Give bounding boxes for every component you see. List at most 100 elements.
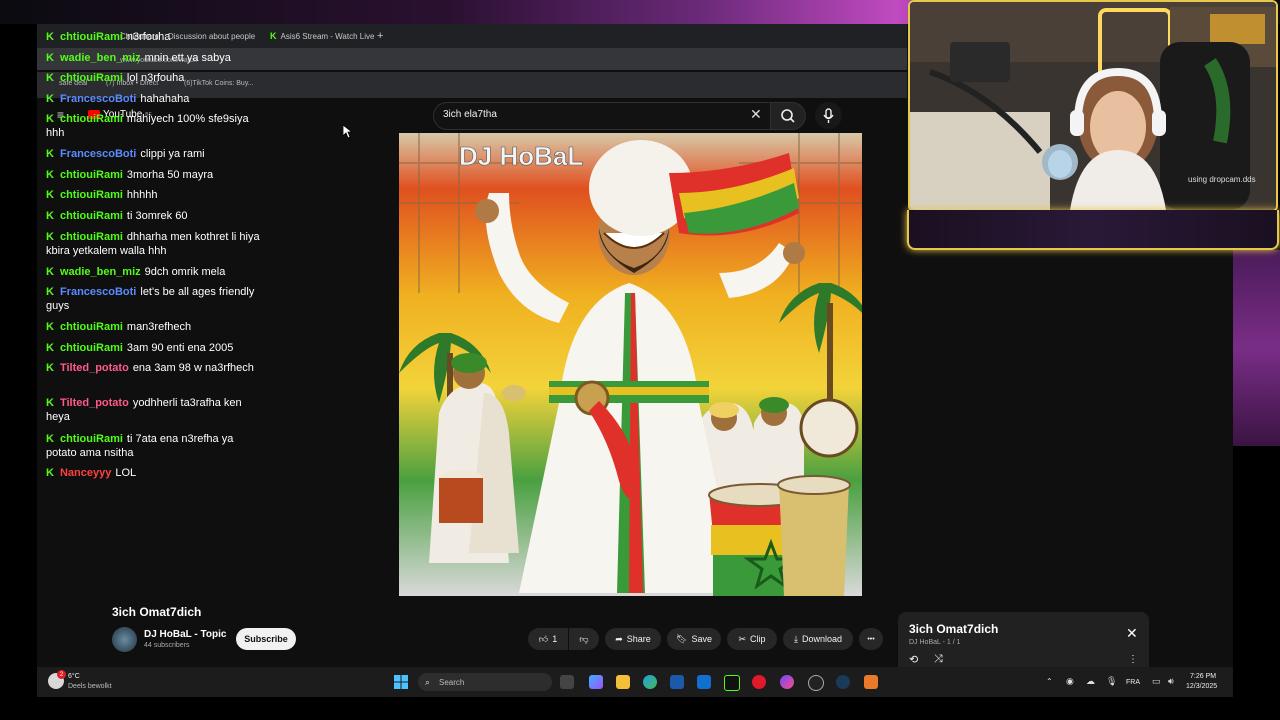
clock-date[interactable]: 12/3/2025: [1186, 683, 1217, 690]
clear-search-icon[interactable]: ✕: [750, 106, 762, 123]
loop-icon[interactable]: ⟲: [909, 653, 918, 666]
browser-tab-3[interactable]: K Asis6 Stream - Watch Live: [270, 28, 374, 44]
kick-badge-icon: K: [46, 362, 54, 374]
webcam-scene: using dropcam.dds: [910, 2, 1276, 210]
chat-message-text: hahahaha: [140, 93, 190, 105]
chat-username[interactable]: chtiouiRami: [60, 189, 123, 201]
weather-temperature: 6°C: [68, 673, 80, 680]
chat-username[interactable]: wadie_ben_miz: [60, 266, 141, 278]
chat-username[interactable]: FrancescoBoti: [60, 286, 136, 298]
obs-icon[interactable]: [808, 675, 824, 691]
dislike-button[interactable]: 👎︎: [569, 628, 599, 650]
search-value: 3ich ela7tha: [443, 109, 497, 120]
share-button[interactable]: ➦ Share: [605, 628, 661, 650]
tray-app-icon[interactable]: ◉: [1066, 676, 1074, 687]
outlook-icon[interactable]: [697, 675, 711, 689]
clock-time[interactable]: 7:26 PM: [1190, 673, 1216, 680]
network-icon[interactable]: ▭: [1152, 676, 1161, 687]
kick-badge-icon: K: [46, 113, 54, 125]
store-icon[interactable]: [670, 675, 684, 689]
chat-message-text: 3morha 50 mayra: [126, 169, 214, 181]
clip-label: Clip: [750, 634, 766, 644]
video-artwork[interactable]: DJ HoBaL: [399, 133, 862, 596]
kick-badge-icon: K: [46, 286, 54, 298]
subscriber-count: 44 subscribers: [144, 642, 190, 649]
playlist-close-icon[interactable]: ✕: [1126, 625, 1138, 642]
shuffle-icon[interactable]: ⤨: [934, 653, 943, 666]
chat-username[interactable]: chtiouiRami: [60, 342, 123, 354]
kick-badge-icon: K: [46, 72, 54, 84]
tray-chevron-icon[interactable]: ⌃: [1046, 677, 1053, 686]
chat-message-text: hhhhh: [126, 189, 158, 201]
kick-badge-icon: K: [46, 93, 54, 105]
clip-button[interactable]: ✂ Clip: [727, 628, 777, 650]
chat-username[interactable]: FrancescoBoti: [60, 148, 136, 160]
channel-name[interactable]: DJ HoBaL - Topic: [144, 629, 226, 640]
chat-message: KchtiouiRami n3rfouha: [46, 30, 261, 44]
app-icon[interactable]: [864, 675, 878, 689]
chat-message-text: clippi ya rami: [140, 148, 205, 160]
playlist-more-icon[interactable]: ⋮: [1128, 654, 1138, 665]
microphone-icon: [823, 108, 834, 123]
chat-message: KchtiouiRami ti 7ata ena n3refha ya potat…: [46, 432, 261, 460]
kick-badge-icon: K: [46, 52, 54, 64]
voice-search-button[interactable]: [815, 102, 842, 129]
like-button[interactable]: 👍︎ 1: [528, 628, 568, 650]
video-title: 3ich Omat7dich: [112, 605, 202, 619]
chat-username[interactable]: FrancescoBoti: [60, 93, 136, 105]
opera-icon[interactable]: [752, 675, 766, 689]
tray-cloud-icon[interactable]: ☁: [1086, 676, 1095, 687]
kick-app-icon[interactable]: [724, 675, 740, 691]
chat-message-text: ena 3am 98 w na3rfhech: [132, 362, 254, 374]
download-label: Download: [801, 634, 842, 644]
chat-username[interactable]: Tilted_potato: [60, 397, 129, 409]
chat-username[interactable]: chtiouiRami: [60, 72, 123, 84]
share-label: Share: [626, 634, 651, 644]
input-language[interactable]: FRA: [1126, 679, 1140, 686]
kick-badge-icon: K: [46, 210, 54, 222]
chat-username[interactable]: chtiouiRami: [60, 210, 123, 222]
share-icon: ➦: [615, 633, 623, 644]
file-explorer-icon[interactable]: [616, 675, 630, 689]
windows-start-icon[interactable]: [394, 675, 408, 689]
chat-message-text: mnin ett ya sabya: [144, 52, 231, 64]
download-button[interactable]: ⤓ Download: [783, 628, 853, 650]
chat-message-text: 3am 90 enti ena 2005: [126, 342, 234, 354]
copilot-icon[interactable]: [589, 675, 603, 689]
chat-username[interactable]: chtiouiRami: [60, 169, 123, 181]
chat-username[interactable]: chtiouiRami: [60, 231, 123, 243]
more-actions-button[interactable]: •••: [859, 628, 883, 650]
chat-username[interactable]: chtiouiRami: [60, 433, 123, 445]
playlist-title[interactable]: 3ich Omat7dich: [909, 622, 998, 636]
chat-username[interactable]: Nanceyyy: [60, 467, 111, 479]
artwork-title: DJ HoBaL: [459, 141, 583, 171]
task-view-icon[interactable]: [560, 675, 574, 689]
chat-message: Kwadie_ben_miz 9dch omrik mela: [46, 265, 261, 279]
webcam-feed: using dropcam.dds: [908, 0, 1278, 212]
chat-message: KchtiouiRami hhhhh: [46, 188, 261, 202]
new-tab-button[interactable]: +: [377, 28, 383, 44]
mouse-cursor: [342, 124, 354, 144]
tray-mic-icon[interactable]: 🎙︎: [1106, 676, 1117, 687]
chat-username[interactable]: chtiouiRami: [60, 31, 123, 43]
save-label: Save: [691, 634, 712, 644]
steam-icon[interactable]: [836, 675, 850, 689]
chat-message-text: n3rfouha: [126, 31, 171, 43]
subscribe-button[interactable]: Subscribe: [236, 628, 296, 650]
kick-badge-icon: K: [46, 148, 54, 160]
playlist-subtitle: DJ HoBaL - 1 / 1: [909, 639, 961, 646]
chat-username[interactable]: chtiouiRami: [60, 321, 123, 333]
webcam-sign-text: using dropcam.dds: [1188, 175, 1256, 184]
messenger-icon[interactable]: [780, 675, 794, 689]
edge-icon[interactable]: [643, 675, 657, 689]
chat-username[interactable]: Tilted_potato: [60, 362, 129, 374]
search-button[interactable]: [770, 102, 806, 130]
volume-icon[interactable]: 🔊︎: [1168, 676, 1174, 687]
kick-badge-icon: K: [46, 266, 54, 278]
kick-icon: K: [270, 31, 277, 41]
weather-badge: 2: [57, 670, 66, 679]
chat-username[interactable]: chtiouiRami: [60, 113, 123, 125]
save-button[interactable]: 🔖︎ Save: [667, 628, 721, 650]
channel-avatar[interactable]: [112, 627, 137, 652]
chat-username[interactable]: wadie_ben_miz: [60, 52, 141, 64]
